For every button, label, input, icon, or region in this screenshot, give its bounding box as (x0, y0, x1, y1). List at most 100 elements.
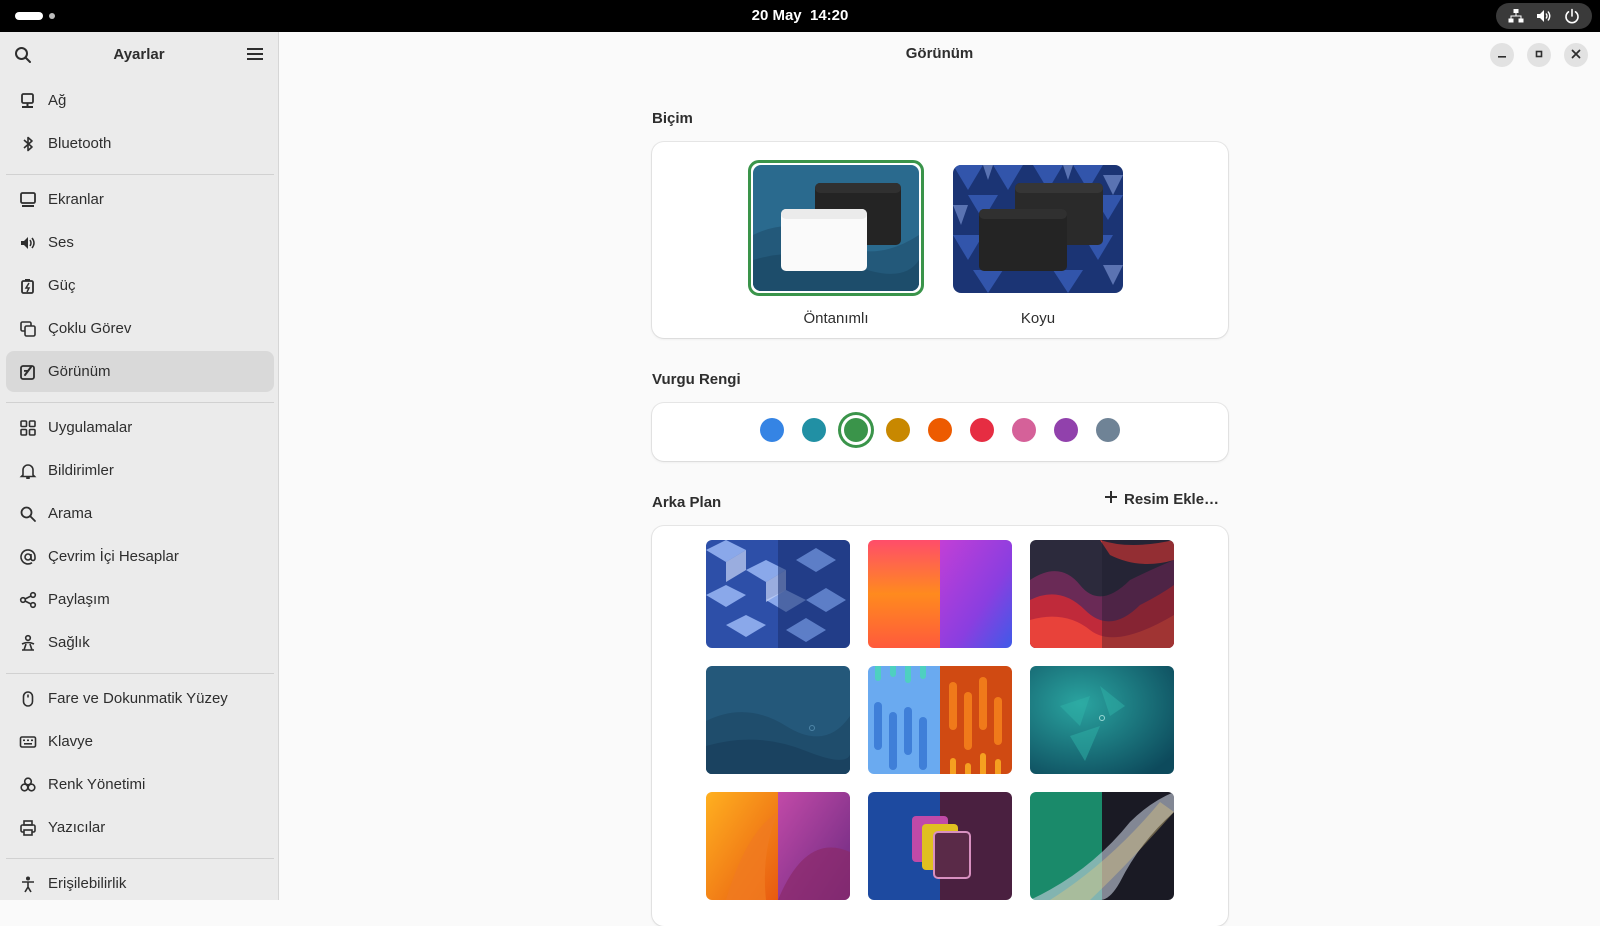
add-picture-label: Resim Ekle… (1124, 490, 1220, 508)
bell-icon (19, 462, 37, 480)
display-icon (19, 191, 37, 209)
volume-icon (1536, 8, 1552, 24)
battery-icon (19, 277, 37, 295)
system-menu[interactable] (1496, 3, 1592, 29)
sidebar-item-fare-ve-dokunmatik-yuzey[interactable]: Fare ve Dokunmatik Yüzey (6, 678, 274, 719)
style-thumb-dark (953, 165, 1123, 293)
sidebar-item-uygulamalar[interactable]: Uygulamalar (6, 407, 274, 448)
hamburger-menu-icon[interactable] (247, 47, 263, 66)
sidebar-item-label: Ekranlar (48, 191, 104, 208)
style-card: Öntanımlı Koyu (652, 142, 1228, 338)
sidebar-item-klavye[interactable]: Klavye (6, 721, 274, 762)
wallpaper-thumbnail[interactable] (868, 666, 1012, 774)
page-title: Görünüm (905, 45, 974, 62)
style-thumb-default (753, 165, 919, 291)
sidebar-separator (6, 858, 274, 859)
clock: 20 May 14:20 (0, 0, 1600, 32)
bluetooth-icon (19, 135, 37, 153)
sidebar-item-ekranlar[interactable]: Ekranlar (6, 179, 274, 220)
style-section-title: Biçim (652, 110, 693, 127)
style-option-default[interactable]: Öntanımlı (748, 160, 924, 340)
wallpaper-thumbnail[interactable] (1030, 666, 1174, 774)
mouse-icon (19, 690, 37, 708)
sidebar-item-label: Sağlık (48, 634, 90, 651)
sidebar-item-label: Arama (48, 505, 93, 522)
sidebar-item-bluetooth[interactable]: Bluetooth (6, 123, 274, 164)
sidebar-item-ses[interactable]: Ses (6, 222, 274, 263)
wallpaper-thumbnail[interactable] (868, 792, 1012, 900)
activities-button[interactable] (15, 12, 55, 20)
style-option-label: Koyu (1020, 310, 1056, 327)
sidebar-item-label: Klavye (48, 733, 94, 750)
sidebar-item-label: Ses (48, 234, 74, 251)
sidebar-item-bildirimler[interactable]: Bildirimler (6, 450, 274, 491)
accent-section-title: Vurgu Rengi (652, 371, 741, 388)
accent-color-purple[interactable] (1054, 418, 1078, 442)
search-icon (19, 505, 37, 523)
sidebar-item-label: Görünüm (48, 363, 111, 380)
sidebar-item-label: Bildirimler (48, 462, 114, 479)
sidebar-separator (6, 673, 274, 674)
maximize-button[interactable] (1527, 43, 1551, 67)
sidebar-item-renk-yonetimi[interactable]: Renk Yönetimi (6, 764, 274, 805)
style-option-dark[interactable]: Koyu (948, 160, 1123, 340)
apps-grid-icon (19, 419, 37, 437)
sidebar-item-label: Uygulamalar (48, 419, 133, 436)
accent-color-red[interactable] (970, 418, 994, 442)
appearance-icon (19, 363, 37, 381)
accent-color-pink[interactable] (1012, 418, 1036, 442)
sidebar-item-cevrim-ici-hesaplar[interactable]: Çevrim İçi Hesaplar (6, 536, 274, 577)
sidebar-item-label: Fare ve Dokunmatik Yüzey (48, 690, 228, 707)
wallpaper-thumbnail[interactable] (706, 792, 850, 900)
sidebar-item-coklu-gorev[interactable]: Çoklu Görev (6, 308, 274, 349)
wallpaper-thumbnail[interactable] (706, 540, 850, 648)
sidebar-item-ag[interactable]: Ağ (6, 80, 274, 121)
clock-date: 20 May (751, 7, 802, 24)
wallpaper-thumbnail[interactable] (868, 540, 1012, 648)
sidebar: Ayarlar Ağ Bluetooth Ekranlar Ses Güç Ço… (0, 32, 279, 900)
network-wired-icon (1508, 8, 1524, 24)
accent-color-slate[interactable] (1096, 418, 1120, 442)
wallpaper-thumbnail[interactable] (1030, 792, 1174, 900)
accent-color-orange[interactable] (928, 418, 952, 442)
network-icon (19, 92, 37, 110)
sidebar-item-label: Yazıcılar (48, 819, 106, 836)
sidebar-item-saglik[interactable]: Sağlık (6, 622, 274, 663)
sidebar-separator (6, 174, 274, 175)
at-sign-icon (19, 548, 37, 566)
sidebar-header: Ayarlar (0, 32, 278, 78)
accessibility-icon (19, 875, 37, 893)
sidebar-item-gorunum[interactable]: Görünüm (6, 351, 274, 392)
close-button[interactable] (1564, 43, 1588, 67)
sidebar-item-arama[interactable]: Arama (6, 493, 274, 534)
speaker-icon (19, 234, 37, 252)
sidebar-item-label: Ağ (48, 92, 67, 109)
multitasking-icon (19, 320, 37, 338)
clock-button[interactable]: 20 May 14:20 (752, 7, 849, 24)
sidebar-item-label: Çoklu Görev (48, 320, 132, 337)
sidebar-item-label: Paylaşım (48, 591, 110, 608)
workspace-indicator (49, 13, 55, 19)
color-icon (19, 776, 37, 794)
wellbeing-icon (19, 634, 37, 652)
maximize-icon (1534, 46, 1544, 64)
accent-color-blue[interactable] (760, 418, 784, 442)
sidebar-item-paylasim[interactable]: Paylaşım (6, 579, 274, 620)
sidebar-item-erisilebilirlik[interactable]: Erişilebilirlik (6, 863, 274, 904)
accent-color-teal[interactable] (802, 418, 826, 442)
sidebar-item-yazicilar[interactable]: Yazıcılar (6, 807, 274, 848)
clock-time: 14:20 (810, 7, 849, 24)
minimize-button[interactable] (1490, 43, 1514, 67)
sidebar-separator (6, 402, 274, 403)
workspace-indicator-active (15, 12, 43, 20)
close-icon (1571, 46, 1581, 64)
add-picture-button[interactable]: Resim Ekle… (1104, 490, 1219, 508)
accent-color-yellow[interactable] (886, 418, 910, 442)
wallpaper-thumbnail[interactable] (706, 666, 850, 774)
sidebar-item-label: Erişilebilirlik (48, 875, 127, 892)
plus-icon (1104, 490, 1118, 508)
wallpaper-thumbnail[interactable] (1030, 540, 1174, 648)
style-option-label: Öntanımlı (803, 310, 869, 327)
accent-color-green[interactable] (844, 418, 868, 442)
sidebar-item-guc[interactable]: Güç (6, 265, 274, 306)
